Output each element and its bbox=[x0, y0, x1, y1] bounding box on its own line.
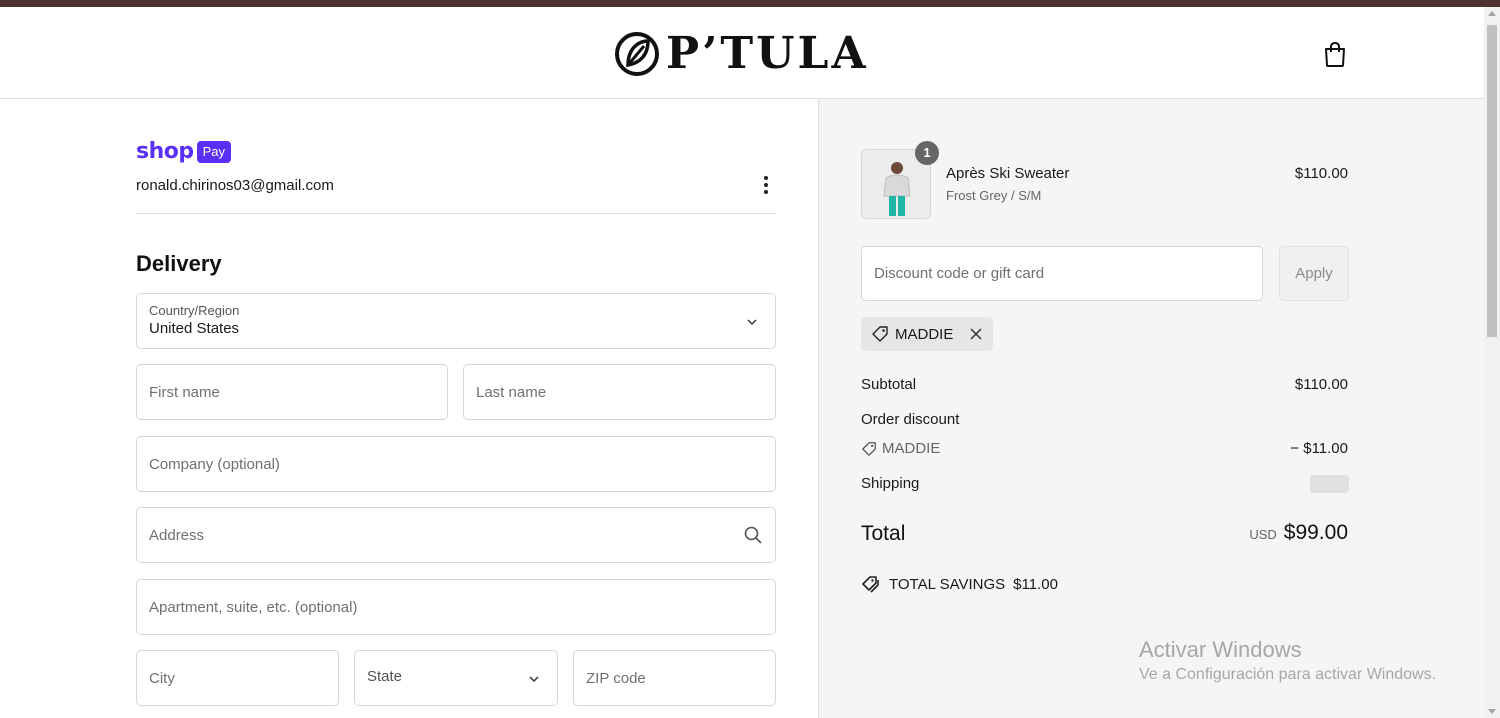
total-amount: USD $99.00 bbox=[1249, 521, 1348, 545]
zip-field[interactable] bbox=[573, 650, 776, 706]
zip-input[interactable] bbox=[574, 651, 775, 705]
more-dot-icon bbox=[764, 176, 768, 180]
chevron-down-icon bbox=[747, 319, 757, 326]
shopping-bag-icon[interactable] bbox=[1322, 40, 1348, 68]
order-discount-value: − $11.00 bbox=[1290, 440, 1348, 457]
total-label: Total bbox=[861, 522, 906, 545]
shipping-placeholder bbox=[1310, 475, 1349, 493]
last-name-field[interactable] bbox=[463, 364, 776, 420]
page-scrollbar[interactable] bbox=[1484, 7, 1500, 718]
tag-icon bbox=[862, 441, 876, 456]
brand-name: P’TULA bbox=[666, 28, 869, 79]
apartment-field[interactable] bbox=[136, 579, 776, 635]
country-label: Country/Region bbox=[149, 303, 240, 318]
company-field[interactable] bbox=[136, 436, 776, 492]
windows-activation-subtitle: Ve a Configuración para activar Windows. bbox=[1139, 666, 1437, 683]
savings-value: $11.00 bbox=[1013, 575, 1058, 593]
total-currency: USD bbox=[1249, 527, 1277, 542]
top-accent-strip bbox=[0, 0, 1500, 7]
shop-pay-logo[interactable]: shop Pay bbox=[136, 139, 232, 164]
company-input[interactable] bbox=[137, 437, 775, 491]
apartment-input[interactable] bbox=[137, 580, 775, 634]
first-name-input[interactable] bbox=[137, 365, 447, 419]
brand-logo[interactable]: P’TULA bbox=[614, 30, 869, 78]
shop-pay-wordmark: shop bbox=[136, 139, 194, 164]
shop-pay-pill: Pay bbox=[196, 140, 232, 163]
city-input[interactable] bbox=[137, 651, 338, 705]
applied-discount-chip: MADDIE bbox=[861, 317, 994, 351]
state-select[interactable]: State bbox=[354, 650, 558, 706]
delivery-heading: Delivery bbox=[136, 251, 222, 276]
discount-code-field[interactable] bbox=[861, 246, 1263, 301]
windows-activation-title: Activar Windows bbox=[1139, 637, 1302, 662]
last-name-input[interactable] bbox=[464, 365, 775, 419]
more-dot-icon bbox=[764, 183, 768, 187]
scroll-up-arrow[interactable] bbox=[1488, 11, 1496, 16]
order-discount-label: Order discount bbox=[861, 411, 960, 428]
account-menu-button[interactable] bbox=[756, 173, 776, 197]
product-name: Après Ski Sweater bbox=[946, 165, 1070, 182]
savings-label: TOTAL SAVINGS bbox=[889, 575, 1006, 593]
discount-code-input[interactable] bbox=[862, 247, 1262, 300]
address-input[interactable] bbox=[137, 508, 775, 562]
first-name-field[interactable] bbox=[136, 364, 448, 420]
product-price: $110.00 bbox=[1294, 165, 1348, 182]
page-header: P’TULA bbox=[0, 7, 1484, 99]
subtotal-value: $110.00 bbox=[1294, 376, 1348, 393]
chevron-down-icon bbox=[529, 676, 539, 683]
account-email: ronald.chirinos03@gmail.com bbox=[136, 177, 334, 194]
country-value: United States bbox=[149, 320, 240, 337]
order-discount-code-row: MADDIE bbox=[861, 440, 940, 457]
divider bbox=[136, 213, 776, 214]
state-placeholder: State bbox=[367, 668, 403, 685]
total-savings: TOTAL SAVINGS $11.00 bbox=[861, 575, 1058, 593]
country-select[interactable]: Country/Region United States bbox=[136, 293, 776, 349]
apply-discount-button[interactable]: Apply bbox=[1279, 246, 1349, 301]
leaf-logo-icon bbox=[615, 32, 659, 76]
quantity-badge: 1 bbox=[915, 141, 939, 165]
tag-icon bbox=[872, 326, 888, 342]
total-value: $99.00 bbox=[1283, 521, 1348, 544]
scrollbar-thumb[interactable] bbox=[1487, 25, 1497, 337]
order-discount-code: MADDIE bbox=[882, 440, 941, 457]
remove-discount-icon[interactable] bbox=[969, 327, 983, 341]
address-field[interactable] bbox=[136, 507, 776, 563]
scroll-down-arrow[interactable] bbox=[1488, 709, 1496, 714]
search-icon[interactable] bbox=[743, 525, 763, 545]
subtotal-label: Subtotal bbox=[861, 376, 917, 393]
more-dot-icon bbox=[764, 190, 768, 194]
savings-tag-icon bbox=[862, 576, 879, 593]
shipping-label: Shipping bbox=[861, 475, 920, 492]
applied-discount-code: MADDIE bbox=[895, 325, 954, 343]
city-field[interactable] bbox=[136, 650, 339, 706]
product-variant: Frost Grey / S/M bbox=[946, 188, 1042, 203]
